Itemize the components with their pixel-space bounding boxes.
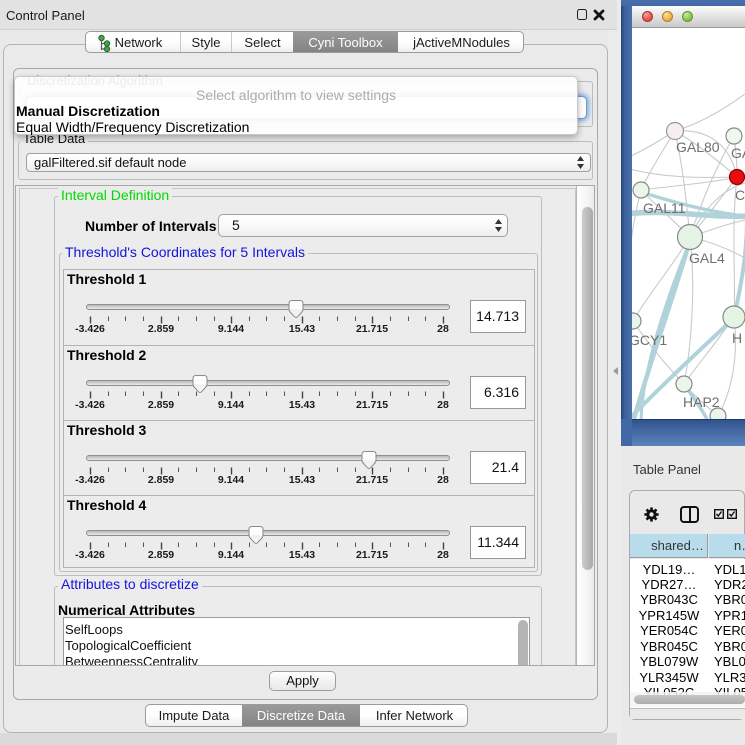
svg-text:GAL80: GAL80 [676,139,720,155]
svg-text:HAP2: HAP2 [683,394,720,410]
svg-text:GCY1: GCY1 [632,332,667,348]
svg-text:GAL4: GAL4 [689,250,725,266]
svg-text:H: H [732,330,742,346]
svg-text:GA: GA [731,145,745,161]
svg-text:GAL11: GAL11 [643,200,686,216]
svg-text:C: C [735,187,745,203]
